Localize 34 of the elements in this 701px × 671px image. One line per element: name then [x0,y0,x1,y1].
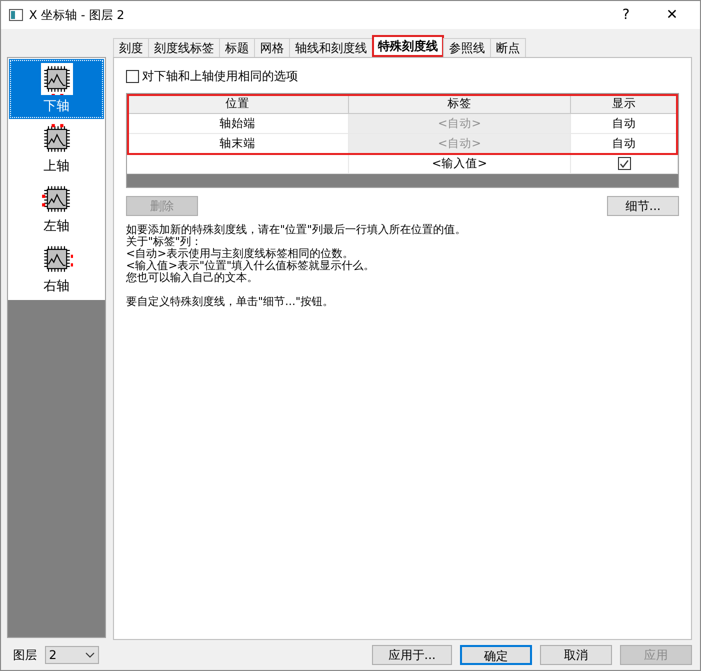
help-text: 如要添加新的特殊刻度线，请在"位置"列最后一行填入所在位置的值。 [126,224,468,236]
tab[interactable]: 刻度线标签 [148,38,220,57]
checkbox-label: 对下轴和上轴使用相同的选项 [142,68,298,85]
checkbox[interactable] [126,70,139,83]
help-button[interactable]: ? [606,2,646,28]
dialog-button[interactable]: 取消 [540,645,612,665]
details-button[interactable]: 细节... [607,196,679,216]
close-button[interactable]: ✕ [652,2,692,28]
layer-label: 图层 [13,646,37,664]
table-cell[interactable]: <输入值> [349,154,571,174]
help-text: <自动>表示使用与主刻度线标签相同的位数。 [126,248,354,260]
axis-chip-icon [40,63,72,95]
tab[interactable]: 特殊刻度线 [372,35,444,57]
help-text: 要自定义特殊刻度线，单击"细节..."按钮。 [126,296,335,308]
window-icon [9,9,23,21]
column-header: 标签 [349,94,571,114]
dialog-button[interactable]: 应用于... [372,645,452,665]
help-text: 您也可以输入自己的文本。 [126,272,259,284]
layer-dropdown[interactable]: 2 [45,646,99,664]
checkbox[interactable] [618,157,630,170]
tab[interactable]: 网格 [254,38,290,57]
dialog-button[interactable]: 确定 [460,645,532,665]
tab[interactable]: 参照线 [443,38,491,57]
tab[interactable]: 刻度 [113,38,149,57]
help-text: 关于"标签"列： [126,236,204,248]
table-cell[interactable]: 轴始端 [127,114,349,134]
window-title: X 坐标轴 - 图层 2 [29,6,126,24]
axis-item[interactable]: 下轴 [9,59,104,119]
tab[interactable]: 轴线和刻度线 [289,38,373,57]
chevron-icon [85,652,95,658]
table-cell[interactable] [127,154,349,174]
tab[interactable]: 标题 [219,38,255,57]
tab[interactable]: 断点 [490,38,526,57]
help-text: <输入值>表示"位置"填入什么值标签就显示什么。 [126,260,376,272]
